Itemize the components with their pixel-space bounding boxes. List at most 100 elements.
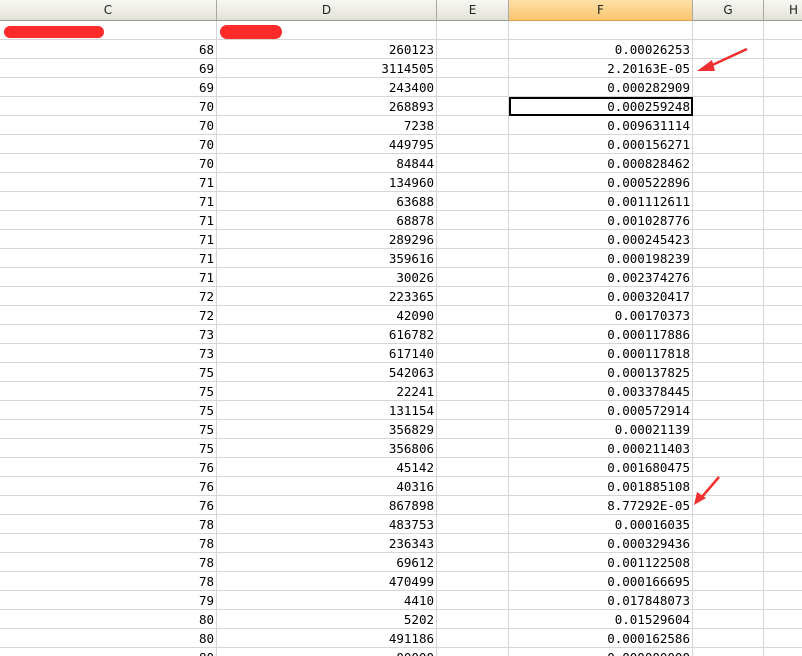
cell-h[interactable]: [764, 116, 802, 135]
cell-f[interactable]: 2.20163E-05: [509, 59, 693, 78]
cell-c[interactable]: 80: [0, 610, 217, 629]
cell-h[interactable]: [764, 515, 802, 534]
cell-e[interactable]: [437, 496, 509, 515]
cell-f[interactable]: 0.000162586: [509, 629, 693, 648]
cell-g[interactable]: [693, 135, 764, 154]
cell-c[interactable]: 75: [0, 382, 217, 401]
cell-c[interactable]: 70: [0, 154, 217, 173]
cell-d[interactable]: 45142: [217, 458, 437, 477]
cell-h[interactable]: [764, 78, 802, 97]
cell-e[interactable]: [437, 572, 509, 591]
cell-f[interactable]: 0.00016035: [509, 515, 693, 534]
cell-g[interactable]: [693, 344, 764, 363]
cell-e[interactable]: [437, 420, 509, 439]
cell-f[interactable]: 0.001885108: [509, 477, 693, 496]
cell-f[interactable]: 0.000166695: [509, 572, 693, 591]
cell-g[interactable]: [693, 363, 764, 382]
cell-h[interactable]: [764, 439, 802, 458]
cell-g[interactable]: [693, 230, 764, 249]
cell-c[interactable]: 71: [0, 268, 217, 287]
cell-g[interactable]: [693, 78, 764, 97]
cell-h[interactable]: [764, 135, 802, 154]
cell-c[interactable]: 76: [0, 477, 217, 496]
cell-g[interactable]: [693, 439, 764, 458]
cell-e[interactable]: [437, 648, 509, 656]
cell-d[interactable]: 356829: [217, 420, 437, 439]
cell-f[interactable]: 0.000137825: [509, 363, 693, 382]
cell-h[interactable]: [764, 268, 802, 287]
cell-e[interactable]: [437, 382, 509, 401]
cell-h[interactable]: [764, 344, 802, 363]
column-header-e[interactable]: E: [437, 0, 509, 21]
cell-f[interactable]: 0.001122508: [509, 553, 693, 572]
cell-c[interactable]: 70: [0, 135, 217, 154]
cell-g[interactable]: [693, 173, 764, 192]
cell-g[interactable]: [693, 401, 764, 420]
cell-e[interactable]: [437, 515, 509, 534]
cell-d[interactable]: 223365: [217, 287, 437, 306]
cell-g[interactable]: [693, 648, 764, 656]
cell-d[interactable]: 30026: [217, 268, 437, 287]
cell-e[interactable]: [437, 477, 509, 496]
cell-c[interactable]: 75: [0, 420, 217, 439]
cell-d[interactable]: 236343: [217, 534, 437, 553]
cell-g[interactable]: [693, 249, 764, 268]
cell-d[interactable]: 7238: [217, 116, 437, 135]
cell-e[interactable]: [437, 591, 509, 610]
cell-h[interactable]: [764, 534, 802, 553]
cell-e[interactable]: [437, 629, 509, 648]
column-header-f[interactable]: F: [509, 0, 693, 21]
cell-f[interactable]: 0.000259248: [509, 97, 693, 116]
cell-f[interactable]: 0.000117818: [509, 344, 693, 363]
cell-e[interactable]: [437, 610, 509, 629]
cell-d[interactable]: 63688: [217, 192, 437, 211]
cell-d[interactable]: 449795: [217, 135, 437, 154]
cell-f[interactable]: 0.009631114: [509, 116, 693, 135]
column-header-c[interactable]: C: [0, 0, 217, 21]
cell-c[interactable]: 71: [0, 192, 217, 211]
cell-c[interactable]: 76: [0, 496, 217, 515]
cell-c[interactable]: 68: [0, 40, 217, 59]
cell-c[interactable]: 79: [0, 591, 217, 610]
cell-c[interactable]: 71: [0, 230, 217, 249]
cell-d[interactable]: 134960: [217, 173, 437, 192]
cell-h[interactable]: [764, 40, 802, 59]
cell-e[interactable]: [437, 40, 509, 59]
cell-d[interactable]: 68878: [217, 211, 437, 230]
cell-e[interactable]: [437, 173, 509, 192]
cell-g[interactable]: [693, 610, 764, 629]
cell-e[interactable]: [437, 78, 509, 97]
cell-e[interactable]: [437, 401, 509, 420]
cell-c[interactable]: 70: [0, 97, 217, 116]
cell-f[interactable]: 0.017848073: [509, 591, 693, 610]
cell-g[interactable]: [693, 382, 764, 401]
cell-h[interactable]: [764, 382, 802, 401]
cell-e[interactable]: [437, 116, 509, 135]
cell-e[interactable]: [437, 230, 509, 249]
cell-f[interactable]: 0.00170373: [509, 306, 693, 325]
cell-f[interactable]: 0.000329436: [509, 534, 693, 553]
cell-g[interactable]: [693, 268, 764, 287]
cell-f[interactable]: 0.000117886: [509, 325, 693, 344]
cell-f[interactable]: 0.002374276: [509, 268, 693, 287]
cell-h[interactable]: [764, 553, 802, 572]
cell-d[interactable]: 617140: [217, 344, 437, 363]
cell-f[interactable]: 0.00021139: [509, 420, 693, 439]
cell-d[interactable]: 867898: [217, 496, 437, 515]
cell-h[interactable]: [764, 192, 802, 211]
cell-e[interactable]: [437, 268, 509, 287]
cell-f[interactable]: 8.77292E-05: [509, 496, 693, 515]
cell-g[interactable]: [693, 534, 764, 553]
cell-e[interactable]: [437, 553, 509, 572]
cell-h[interactable]: [764, 173, 802, 192]
cell-g[interactable]: [693, 306, 764, 325]
cell-d[interactable]: 243400: [217, 78, 437, 97]
cell-c[interactable]: 78: [0, 515, 217, 534]
cell-h[interactable]: [764, 211, 802, 230]
cell-e[interactable]: [437, 211, 509, 230]
cell-c[interactable]: 80: [0, 648, 217, 656]
cell-g[interactable]: [693, 591, 764, 610]
cell-h[interactable]: [764, 629, 802, 648]
cell-f[interactable]: 0.01529604: [509, 610, 693, 629]
cell-g[interactable]: [693, 515, 764, 534]
